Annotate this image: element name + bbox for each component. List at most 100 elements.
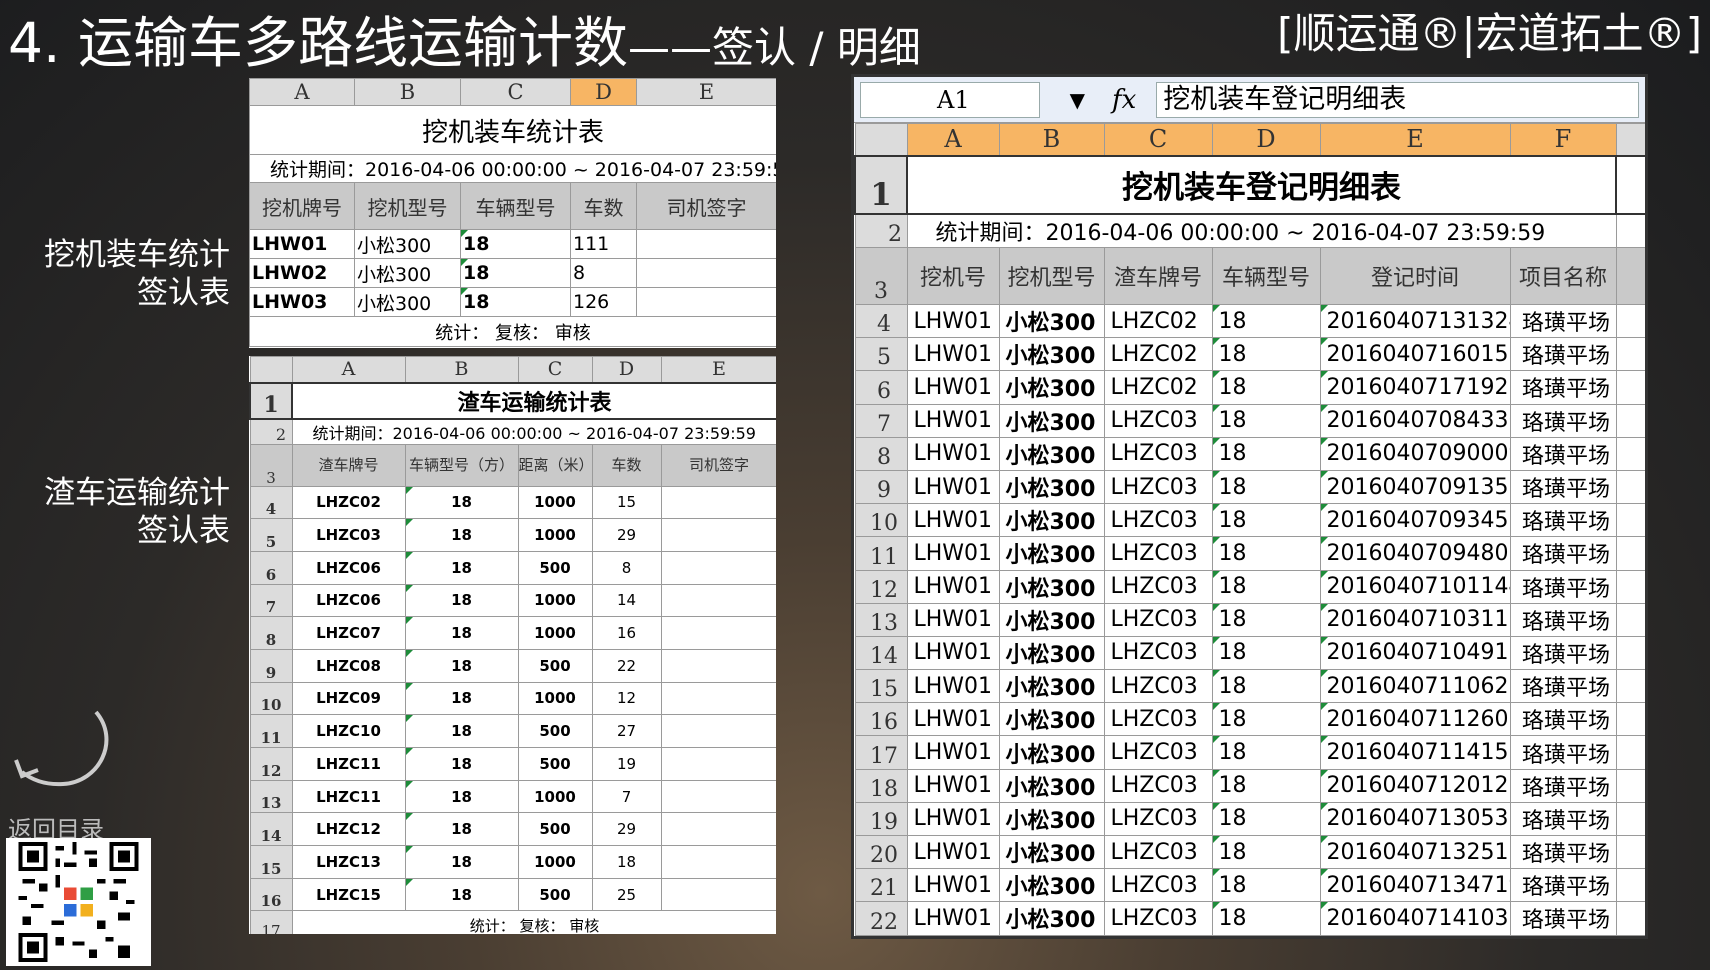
cell[interactable]: 珞璜平场: [1509, 901, 1617, 936]
column-header-a[interactable]: A: [291, 356, 406, 383]
cell[interactable]: 珞璜平场: [1509, 536, 1617, 571]
column-header-d[interactable]: D: [1211, 123, 1321, 156]
cell[interactable]: LHW01: [906, 403, 1000, 438]
row-number[interactable]: 6: [854, 370, 908, 405]
cell[interactable]: LHZC12: [291, 812, 406, 847]
cell[interactable]: 18: [404, 583, 519, 618]
row-number[interactable]: 14: [854, 635, 908, 671]
cell[interactable]: 18: [404, 877, 519, 912]
cell[interactable]: [1615, 735, 1645, 770]
cell[interactable]: 15: [591, 485, 662, 520]
cell[interactable]: 小松300: [998, 735, 1105, 770]
cell[interactable]: 29: [591, 812, 662, 847]
row-number[interactable]: 20: [854, 834, 908, 870]
row-number[interactable]: 14: [249, 812, 293, 847]
cell[interactable]: 18: [404, 812, 519, 847]
cell[interactable]: [660, 616, 776, 650]
cell[interactable]: LHZC03: [1103, 602, 1213, 637]
cell[interactable]: 18: [460, 287, 571, 317]
cell[interactable]: 18: [1211, 635, 1321, 671]
cell[interactable]: LHW01: [906, 469, 1000, 505]
column-header-e[interactable]: E: [1319, 123, 1511, 156]
cell[interactable]: LHZC03: [1103, 536, 1213, 571]
cell[interactable]: 500: [517, 812, 593, 847]
cell[interactable]: LHW01: [906, 370, 1000, 405]
header-cell[interactable]: 挖机号: [906, 247, 1000, 305]
cell[interactable]: LHZC03: [1103, 868, 1213, 903]
column-header-a[interactable]: A: [249, 78, 355, 106]
corner-cell[interactable]: [854, 123, 908, 156]
column-header-d[interactable]: D: [570, 78, 637, 106]
cell[interactable]: 珞璜平场: [1509, 469, 1617, 505]
cell[interactable]: 18: [1211, 702, 1321, 737]
cell[interactable]: [660, 583, 776, 618]
row-number[interactable]: 1: [854, 154, 908, 215]
row-number[interactable]: 13: [854, 602, 908, 637]
cell[interactable]: 珞璜平场: [1509, 669, 1617, 704]
cell[interactable]: LHZC11: [291, 747, 406, 781]
cell[interactable]: [1615, 503, 1645, 538]
cell[interactable]: [660, 779, 776, 814]
row-number[interactable]: 15: [854, 669, 908, 704]
cell[interactable]: 20160407101144: [1319, 569, 1511, 604]
cell[interactable]: 小松300: [354, 229, 461, 259]
row-number[interactable]: 11: [854, 536, 908, 571]
cell[interactable]: 1000: [517, 779, 593, 814]
cell[interactable]: [636, 229, 776, 259]
cell[interactable]: 20160407132512: [1319, 834, 1511, 870]
cell[interactable]: 小松300: [354, 258, 461, 288]
row-number[interactable]: 12: [854, 569, 908, 604]
cell[interactable]: 珞璜平场: [1509, 370, 1617, 405]
sheet-title[interactable]: 挖机装车登记明细表: [906, 154, 1617, 215]
cell[interactable]: 18: [460, 229, 571, 259]
cell[interactable]: 14: [591, 583, 662, 618]
cell[interactable]: [1615, 247, 1645, 305]
row-number[interactable]: 1: [249, 381, 293, 420]
column-header-c[interactable]: C: [1103, 123, 1213, 156]
cell[interactable]: 18: [404, 550, 519, 585]
cell[interactable]: [1615, 403, 1645, 438]
row-number[interactable]: 10: [249, 681, 293, 716]
cell[interactable]: LHZC03: [1103, 669, 1213, 704]
cell[interactable]: 20160407110621: [1319, 669, 1511, 704]
cell[interactable]: LHZC15: [291, 877, 406, 912]
cell[interactable]: LHW01: [249, 229, 355, 259]
header-cell[interactable]: 挖机牌号: [249, 182, 355, 230]
cell[interactable]: 20160407112601: [1319, 702, 1511, 737]
cell[interactable]: 小松300: [998, 868, 1105, 903]
cell[interactable]: [1615, 436, 1645, 471]
cell[interactable]: 1000: [517, 583, 593, 618]
header-cell[interactable]: 登记时间: [1319, 247, 1511, 305]
cell[interactable]: 小松300: [998, 834, 1105, 870]
cell[interactable]: [1615, 370, 1645, 405]
function-icon[interactable]: fx: [1112, 85, 1136, 115]
cell[interactable]: LHZC03: [1103, 503, 1213, 538]
cell[interactable]: 500: [517, 747, 593, 781]
cell[interactable]: 小松300: [998, 635, 1105, 671]
cell[interactable]: LHZC02: [291, 485, 406, 520]
header-cell[interactable]: 司机签字: [636, 182, 776, 230]
cell[interactable]: LHZC09: [291, 681, 406, 716]
header-cell[interactable]: 司机签字: [660, 443, 776, 487]
header-cell[interactable]: 距离（米）: [517, 443, 593, 487]
cell[interactable]: 18: [404, 648, 519, 683]
sheet-title[interactable]: 渣车运输统计表: [291, 381, 776, 420]
cell[interactable]: LHZC03: [1103, 403, 1213, 438]
cell[interactable]: 20160407084330: [1319, 403, 1511, 438]
cell[interactable]: 500: [517, 877, 593, 912]
cell[interactable]: 18: [404, 747, 519, 781]
header-cell[interactable]: 渣车牌号: [1103, 247, 1213, 305]
cell[interactable]: 19: [591, 747, 662, 781]
cell[interactable]: LHZC08: [291, 648, 406, 683]
cell[interactable]: 18: [1211, 834, 1321, 870]
cell[interactable]: LHW01: [906, 436, 1000, 471]
cell[interactable]: LHW01: [906, 602, 1000, 637]
cell[interactable]: 小松300: [998, 801, 1105, 837]
cell[interactable]: 18: [1211, 669, 1321, 704]
cell[interactable]: 珞璜平场: [1509, 702, 1617, 737]
column-header-blank[interactable]: [1615, 123, 1645, 156]
column-header-c[interactable]: C: [460, 78, 571, 106]
statistics-period[interactable]: 统计期间：2016-04-06 00:00:00 ~ 2016-04-07 23…: [249, 154, 776, 183]
cell[interactable]: 18: [404, 845, 519, 879]
header-cell[interactable]: 车辆型号（方）: [404, 443, 519, 487]
